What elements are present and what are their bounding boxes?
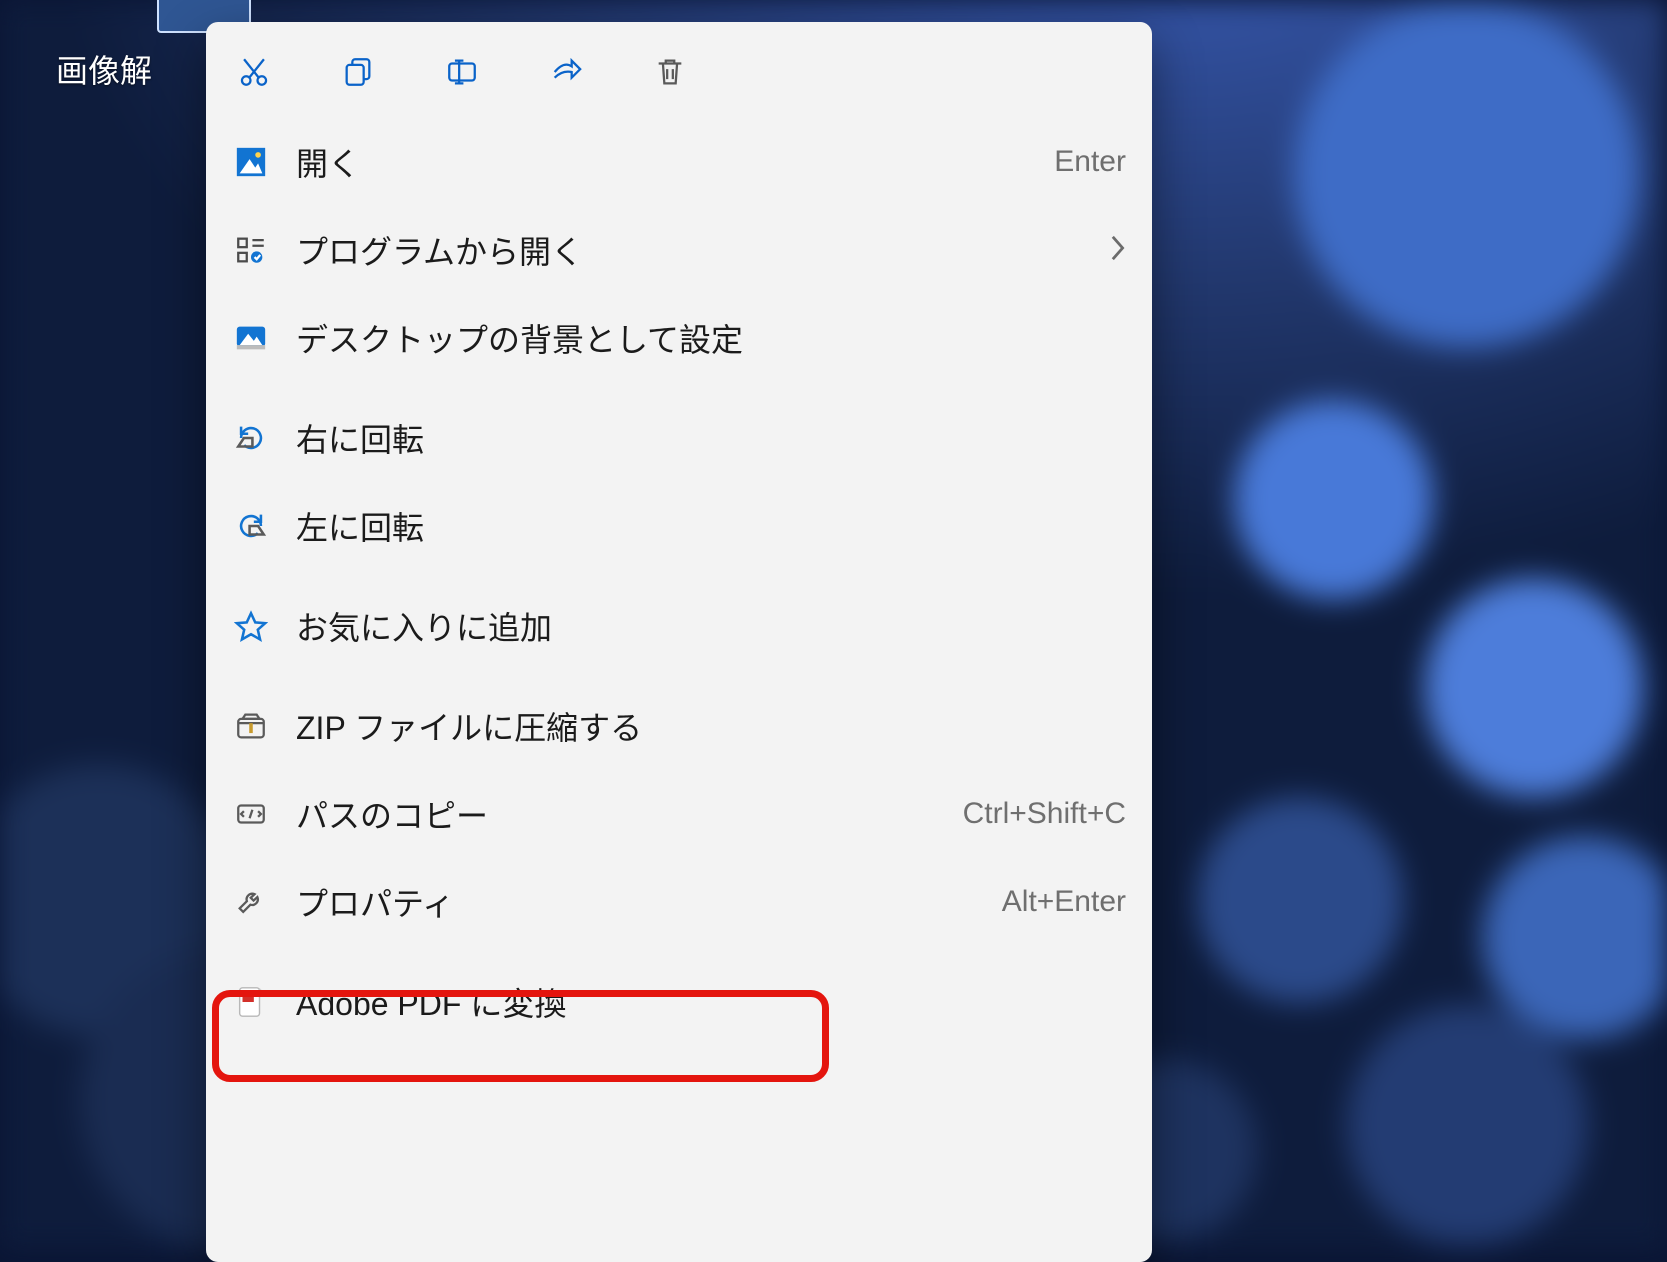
copy-icon — [341, 55, 375, 94]
menu-item-label: 右に回転 — [296, 415, 424, 461]
menu-item-label: プロパティ — [296, 879, 454, 925]
menu-item-shortcut: Alt+Enter — [1002, 885, 1126, 919]
menu-item-label: ZIP ファイルに圧縮する — [296, 703, 642, 749]
rename-button[interactable] — [440, 52, 484, 96]
menu-item-label: パスのコピー — [296, 791, 488, 837]
menu-item-convert-pdf[interactable]: Adobe PDF に変換 — [206, 958, 1152, 1046]
photo-icon — [232, 143, 270, 181]
menu-item-set-background[interactable]: デスクトップの背景として設定 — [206, 294, 1152, 382]
chevron-right-icon — [1108, 234, 1126, 267]
rotate-right-icon — [232, 419, 270, 457]
menu-item-rotate-right[interactable]: 右に回転 — [206, 394, 1152, 482]
desktop-file-label[interactable]: 画像解 — [56, 46, 152, 92]
open-with-icon — [232, 231, 270, 269]
menu-item-shortcut: Enter — [1054, 145, 1126, 179]
menu-item-open[interactable]: 開く Enter — [206, 118, 1152, 206]
delete-button[interactable] — [648, 52, 692, 96]
share-button[interactable] — [544, 52, 588, 96]
menu-item-label: 左に回転 — [296, 503, 424, 549]
wrench-icon — [232, 883, 270, 921]
menu-item-label: デスクトップの背景として設定 — [296, 315, 743, 361]
menu-item-copy-path[interactable]: パスのコピー Ctrl+Shift+C — [206, 770, 1152, 858]
copy-path-icon — [232, 795, 270, 833]
context-menu-toolbar — [206, 32, 1152, 118]
menu-item-add-favorites[interactable]: お気に入りに追加 — [206, 582, 1152, 670]
delete-icon — [653, 55, 687, 94]
wallpaper-icon — [232, 319, 270, 357]
pdf-icon — [232, 983, 270, 1021]
menu-item-label: Adobe PDF に変換 — [296, 979, 566, 1025]
menu-item-compress-zip[interactable]: ZIP ファイルに圧縮する — [206, 682, 1152, 770]
menu-item-open-with[interactable]: プログラムから開く — [206, 206, 1152, 294]
zip-icon — [232, 707, 270, 745]
rotate-left-icon — [232, 507, 270, 545]
menu-item-shortcut: Ctrl+Shift+C — [963, 797, 1126, 831]
context-menu: 開く Enter プログラムから開く デスクトップの背景として設定 右に回転 — [206, 22, 1152, 1262]
rename-icon — [445, 55, 479, 94]
menu-item-properties[interactable]: プロパティ Alt+Enter — [206, 858, 1152, 946]
share-icon — [549, 55, 583, 94]
menu-item-label: プログラムから開く — [296, 227, 583, 273]
menu-item-label: お気に入りに追加 — [296, 603, 552, 649]
copy-button[interactable] — [336, 52, 380, 96]
star-icon — [232, 607, 270, 645]
menu-item-rotate-left[interactable]: 左に回転 — [206, 482, 1152, 570]
cut-button[interactable] — [232, 52, 276, 96]
menu-item-label: 開く — [296, 139, 360, 185]
cut-icon — [237, 55, 271, 94]
